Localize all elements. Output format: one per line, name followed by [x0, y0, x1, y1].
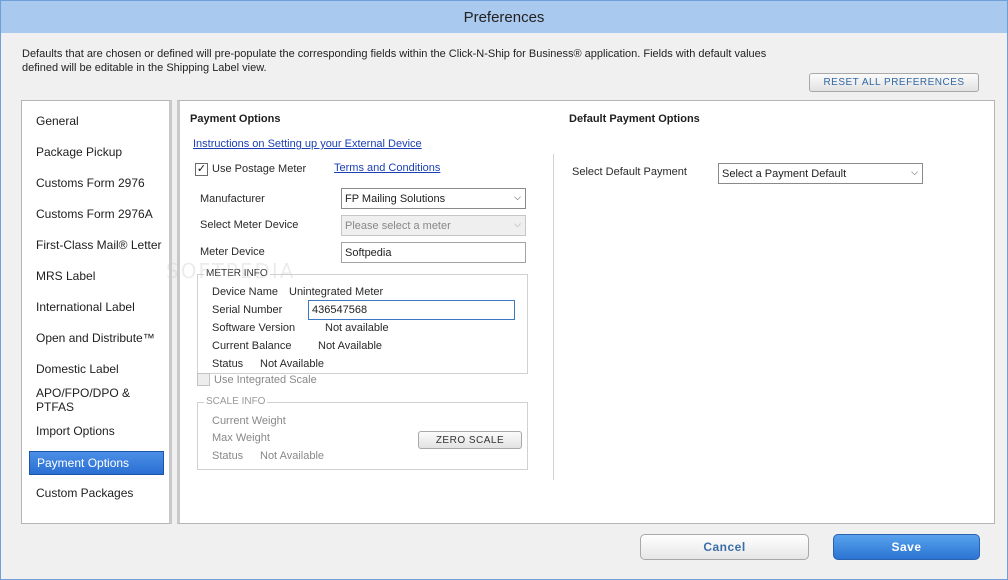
chevron-down-icon: ⌵: [911, 167, 918, 177]
payment-options-panel: Payment Options Default Payment Options …: [177, 100, 995, 524]
scale-info-group: SCALE INFO Current Weight Max Weight Sta…: [197, 396, 528, 470]
default-payment-value: Select a Payment Default: [722, 167, 847, 180]
preferences-window: Preferences Defaults that are chosen or …: [0, 0, 1008, 580]
meter-device-label: Meter Device: [200, 246, 265, 258]
reset-all-preferences-button[interactable]: RESET ALL PREFERENCES: [809, 73, 979, 92]
max-weight-label: Max Weight: [212, 432, 270, 444]
use-integrated-scale-label: Use Integrated Scale: [214, 374, 317, 386]
meter-status-label: Status: [212, 358, 244, 370]
sidebar-item-first-class-mail-letter[interactable]: First-Class Mail® Letter: [36, 234, 164, 256]
default-payment-select[interactable]: Select a Payment Default ⌵: [718, 163, 923, 184]
current-balance-label: Current Balance: [212, 340, 292, 352]
chevron-down-icon: ⌵: [514, 219, 521, 229]
cancel-button[interactable]: Cancel: [640, 534, 809, 560]
terms-and-conditions-link[interactable]: Terms and Conditions: [334, 162, 440, 174]
select-default-payment-label: Select Default Payment: [572, 166, 687, 178]
zero-scale-button[interactable]: ZERO SCALE: [418, 431, 522, 449]
manufacturer-value: FP Mailing Solutions: [345, 192, 446, 205]
software-version-label: Software Version: [212, 322, 296, 334]
sidebar-item-import-options[interactable]: Import Options: [36, 420, 164, 442]
window-title: Preferences: [463, 8, 545, 26]
intro-line-2: defined will be editable in the Shipping…: [22, 62, 267, 74]
meter-info-legend: METER INFO: [204, 268, 270, 279]
serial-number-input[interactable]: 436547568: [308, 300, 515, 320]
use-postage-meter-checkbox[interactable]: ✓: [195, 163, 208, 176]
software-version-value: Not available: [325, 322, 389, 334]
sidebar-item-payment-options[interactable]: Payment Options: [29, 451, 164, 475]
chevron-down-icon: ⌵: [514, 192, 521, 202]
payment-options-title: Payment Options: [190, 113, 281, 125]
scale-status-value: Not Available: [260, 450, 325, 462]
sidebar-item-domestic-label[interactable]: Domestic Label: [36, 358, 164, 380]
use-postage-meter-label: Use Postage Meter: [212, 163, 307, 175]
scale-info-legend: SCALE INFO: [204, 396, 268, 407]
use-integrated-scale-checkbox[interactable]: [197, 373, 210, 386]
sidebar-item-customs-form-2976a[interactable]: Customs Form 2976A: [36, 203, 164, 225]
device-name-value: Unintegrated Meter: [289, 286, 384, 298]
sidebar-item-international-label[interactable]: International Label: [36, 296, 164, 318]
external-device-instructions-link[interactable]: Instructions on Setting up your External…: [193, 138, 422, 150]
meter-device-select-value: Please select a meter: [345, 219, 451, 232]
sidebar-item-general[interactable]: General: [36, 110, 164, 132]
meter-status-value: Not Available: [260, 358, 325, 370]
sidebar-item-apo-fpo-dpo-ptfas[interactable]: APO/FPO/DPO & PTFAS: [36, 386, 164, 414]
device-name-label: Device Name: [212, 286, 279, 298]
sidebar-item-mrs-label[interactable]: MRS Label: [36, 265, 164, 287]
meter-info-group: METER INFO Device Name Unintegrated Mete…: [197, 268, 528, 374]
checkmark-icon: ✓: [196, 163, 207, 175]
sidebar-item-package-pickup[interactable]: Package Pickup: [36, 141, 164, 163]
intro-text: Defaults that are chosen or defined will…: [22, 47, 822, 75]
manufacturer-select[interactable]: FP Mailing Solutions ⌵: [341, 188, 526, 209]
sidebar-item-customs-form-2976[interactable]: Customs Form 2976: [36, 172, 164, 194]
save-button[interactable]: Save: [833, 534, 980, 560]
title-bar[interactable]: Preferences: [1, 1, 1007, 33]
preferences-sidebar: General Package Pickup Customs Form 2976…: [21, 100, 172, 524]
sidebar-item-open-and-distribute[interactable]: Open and Distribute™: [36, 327, 164, 349]
manufacturer-label: Manufacturer: [200, 193, 265, 205]
serial-number-label: Serial Number: [212, 304, 283, 316]
meter-device-select: Please select a meter ⌵: [341, 215, 526, 236]
current-weight-label: Current Weight: [212, 415, 286, 427]
intro-line-1: Defaults that are chosen or defined will…: [22, 48, 767, 60]
default-payment-options-title: Default Payment Options: [569, 113, 700, 125]
sidebar-item-custom-packages[interactable]: Custom Packages: [36, 482, 164, 504]
section-divider: [553, 154, 554, 480]
meter-device-input[interactable]: Softpedia: [341, 242, 526, 263]
select-meter-device-label: Select Meter Device: [200, 219, 299, 231]
current-balance-value: Not Available: [318, 340, 383, 352]
scale-status-label: Status: [212, 450, 244, 462]
